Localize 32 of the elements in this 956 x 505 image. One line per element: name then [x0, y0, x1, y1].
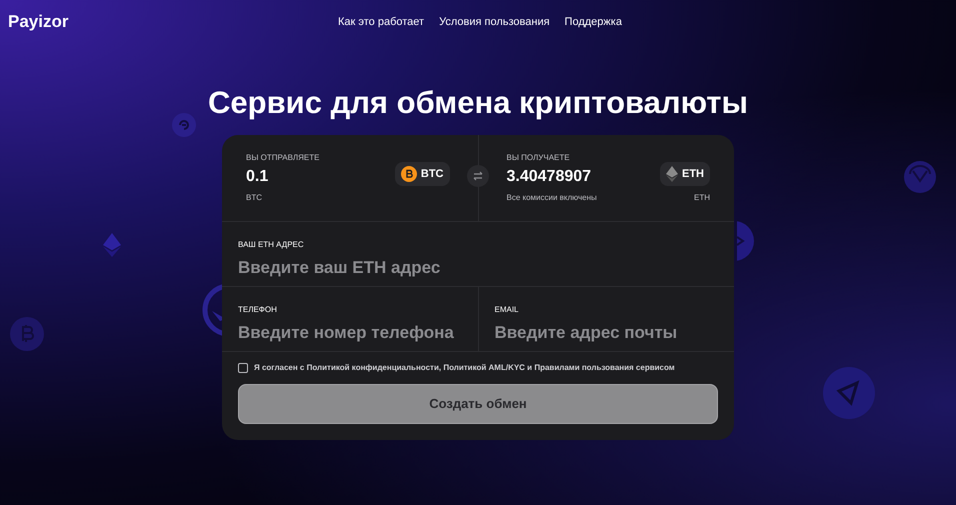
send-coin-icon: [823, 367, 875, 419]
ethereum-icon: [666, 166, 678, 182]
bitcoin-icon: [10, 317, 44, 351]
agreement-checkbox[interactable]: [238, 363, 248, 373]
coin-icon: [172, 113, 196, 137]
swap-icon: [472, 170, 484, 182]
agreement-text: Я согласен с Политикой конфиденциальности, Политикой AML/KYC и Правилами пользования сервисом: [254, 362, 676, 374]
field-label: ВАШ ETH АДРЕС: [238, 239, 305, 251]
coin-icon: [904, 161, 936, 193]
field-label: ВЫ ОТПРАВЛЯЕТЕ: [246, 152, 320, 164]
phone-field[interactable]: Введите номер телефона: [238, 320, 462, 346]
email-field[interactable]: Введите адрес почты: [494, 320, 718, 346]
coin-icon: [737, 221, 754, 261]
currency-note: ETH: [694, 192, 710, 204]
field-label: ВЫ ПОЛУЧАЕТЕ: [506, 152, 571, 164]
address-field[interactable]: Введите ваш ETH адрес: [238, 255, 718, 280]
bitcoin-icon: [400, 166, 417, 182]
nav-link[interactable]: Как это работает: [338, 14, 424, 30]
ethereum-icon: [103, 232, 121, 258]
field-label: EMAIL: [494, 304, 520, 316]
logo[interactable]: Payizor: [8, 9, 338, 35]
swap-button[interactable]: [467, 165, 489, 187]
nav-link[interactable]: Условия пользования: [439, 14, 550, 30]
currency-selector[interactable]: BTC: [394, 162, 450, 186]
amount-value[interactable]: 0.1: [246, 166, 320, 188]
page-title: Сервис для обмена криптовалюты: [207, 84, 749, 122]
amount-value[interactable]: 3.40478907: [506, 166, 597, 188]
currency-note: BTC: [246, 192, 263, 204]
currency-note: Все комиссии включены: [506, 192, 597, 204]
currency-selector[interactable]: ETH: [660, 162, 710, 186]
field-label: ТЕЛЕФОН: [238, 304, 278, 316]
nav-link[interactable]: Поддержка: [564, 14, 622, 30]
